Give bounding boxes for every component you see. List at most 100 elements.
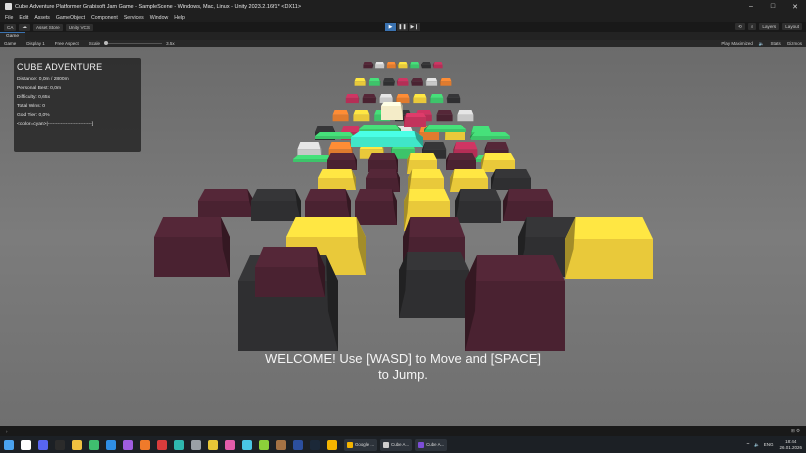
app-gray-icon[interactable] [191, 439, 201, 450]
maximize-button[interactable]: □ [762, 0, 784, 13]
taskbar-window-cube-2[interactable]: Cube A... [415, 438, 448, 451]
far-cube-top [430, 94, 444, 98]
console-caret-icon[interactable]: › [6, 429, 8, 434]
terminal-icon[interactable] [55, 439, 65, 450]
app-blue-icon[interactable] [106, 439, 116, 450]
mute-icon[interactable]: 🔈 [759, 41, 765, 47]
taskbar-window-google[interactable]: Google ... [344, 438, 378, 451]
menu-window[interactable]: Window [150, 15, 168, 21]
far-cube-front [426, 81, 438, 86]
files-icon[interactable] [72, 439, 82, 450]
app-red-icon[interactable] [157, 439, 167, 450]
far-cube-front [411, 81, 423, 86]
minimize-button[interactable]: – [740, 0, 762, 13]
account-button[interactable]: CA [4, 23, 17, 31]
layers-dropdown[interactable]: Layers [759, 23, 780, 30]
far-cube-top [453, 142, 478, 150]
near-cube-top [355, 189, 397, 201]
far-cube-front [445, 132, 465, 140]
app-yellow-icon[interactable] [208, 439, 218, 450]
menu-help[interactable]: Help [174, 15, 185, 21]
app-cyan-icon[interactable] [242, 439, 252, 450]
taskbar-window-cube-1[interactable]: Cube A... [380, 438, 413, 451]
near-cube-top [407, 153, 437, 160]
start-icon[interactable] [4, 439, 14, 450]
scale-label: Scale [88, 41, 101, 46]
taskbar-pinned-apps [4, 439, 344, 450]
menu-edit[interactable]: Edit [19, 15, 28, 21]
display-dropdown[interactable]: Display 1 [26, 41, 45, 46]
app-purple-icon[interactable] [123, 439, 133, 450]
search-icon[interactable]: ⌕ [747, 23, 757, 30]
front-cube-top [399, 252, 469, 270]
far-cube-front [447, 97, 461, 104]
game-view-bar: Game Display 1 Free Aspect Scale 3.5x Pl… [0, 40, 806, 47]
far-cube-top [363, 62, 373, 65]
search-icon[interactable] [21, 439, 31, 450]
asset-store-button[interactable]: Asset Store [32, 23, 63, 31]
scale-slider-knob[interactable] [104, 41, 109, 45]
welcome-line-2: to Jump. [378, 367, 428, 382]
app-steam-icon[interactable] [310, 439, 320, 450]
far-cube-front [433, 64, 443, 69]
app-teal-icon[interactable] [174, 439, 184, 450]
menu-gameobject[interactable]: GameObject [56, 15, 85, 21]
far-cube-top [341, 126, 361, 132]
far-cube-top [457, 110, 474, 115]
console-icons[interactable]: ⊞ ⚙ [791, 428, 800, 434]
app-chrome-icon[interactable] [327, 439, 337, 450]
menu-file[interactable]: File [5, 15, 13, 21]
far-cube-top [368, 78, 380, 82]
taskbar: Google ... Cube A... Cube A... ⌔ 🔈 ENG 1… [0, 436, 806, 453]
hud-personal-best: Personal Best: 0,0m [17, 86, 62, 91]
play-mode-dropdown[interactable]: Play Maximized [721, 41, 753, 46]
near-cube-top [503, 189, 553, 201]
near-cube-front [318, 178, 356, 190]
scale-slider[interactable] [104, 41, 163, 45]
near-cube-front [251, 201, 301, 221]
far-cube-top [413, 94, 427, 98]
front-cube-top [286, 217, 366, 237]
console-bar: › ⊞ ⚙ [0, 426, 806, 436]
layout-dropdown[interactable]: Layout [782, 23, 802, 30]
gizmos-dropdown[interactable]: Gizmos [787, 41, 802, 46]
view-dropdown[interactable]: Game [4, 41, 16, 46]
app-green-icon[interactable] [89, 439, 99, 450]
app-lime-icon[interactable] [259, 439, 269, 450]
mid-cube-front [470, 136, 510, 139]
window-title: Cube Adventure Platformer Grabisoft Jam … [15, 3, 302, 10]
front-cube-front [399, 270, 469, 318]
app-brown-icon[interactable] [276, 439, 286, 450]
app-navy-icon[interactable] [293, 439, 303, 450]
far-cube-top [421, 62, 431, 65]
far-cube-top [362, 94, 376, 98]
step-button[interactable]: ▶❙ [409, 23, 420, 31]
play-button[interactable]: ▶ [385, 23, 396, 31]
app-orange-icon[interactable] [140, 439, 150, 450]
stats-toggle[interactable]: Stats [770, 41, 780, 46]
wifi-icon[interactable]: ⌔ [746, 442, 750, 448]
language-indicator[interactable]: ENG [764, 442, 774, 447]
aspect-dropdown[interactable]: Free Aspect [55, 41, 79, 46]
near-cube-front [455, 201, 501, 223]
app-pink-icon[interactable] [225, 439, 235, 450]
window-label: Cube A... [426, 442, 445, 447]
close-button[interactable]: ✕ [784, 0, 806, 13]
menu-assets[interactable]: Assets [34, 15, 50, 21]
visual-studio-icon [418, 441, 425, 448]
game-viewport[interactable]: CUBE ADVENTURE Distance: 0,0m / 2800m Pe… [0, 47, 806, 426]
menu-component[interactable]: Component [91, 15, 118, 21]
history-icon[interactable]: ⟲ [734, 23, 745, 30]
cloud-icon[interactable]: ☁ [19, 23, 30, 31]
vcs-button[interactable]: Unity VCS [65, 23, 93, 31]
volume-icon[interactable]: 🔈 [754, 442, 760, 448]
discord-icon[interactable] [38, 439, 48, 450]
toolbar-right: ⟲ ⌕ Layers Layout [732, 23, 802, 30]
far-cube-front [362, 97, 376, 104]
near-cube-top [450, 169, 488, 178]
pause-button[interactable]: ❚❚ [397, 23, 408, 31]
far-cube-front [457, 114, 474, 122]
clock[interactable]: 18:44 26.01.2026 [779, 439, 802, 451]
menu-services[interactable]: Services [124, 15, 144, 21]
tab-game[interactable]: Game [0, 32, 26, 40]
